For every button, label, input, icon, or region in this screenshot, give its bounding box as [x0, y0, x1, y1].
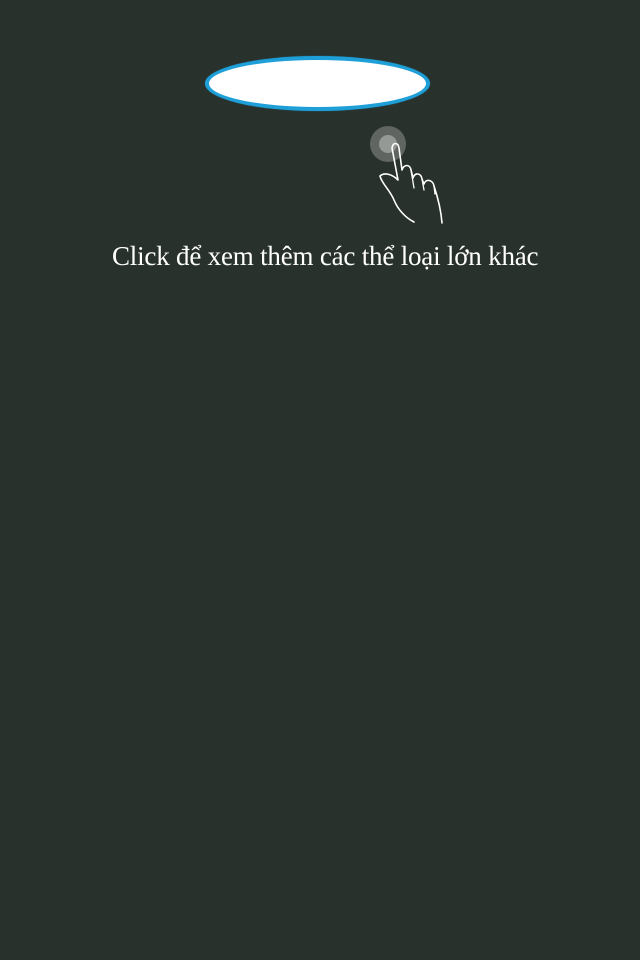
tap-hand-icon: [370, 126, 443, 224]
tutorial-overlay[interactable]: Click để xem thêm các thể loại lớn khác: [0, 0, 640, 960]
highlight-target[interactable]: [205, 56, 430, 111]
hint-text: Click để xem thêm các thể loại lớn khác: [112, 241, 539, 271]
